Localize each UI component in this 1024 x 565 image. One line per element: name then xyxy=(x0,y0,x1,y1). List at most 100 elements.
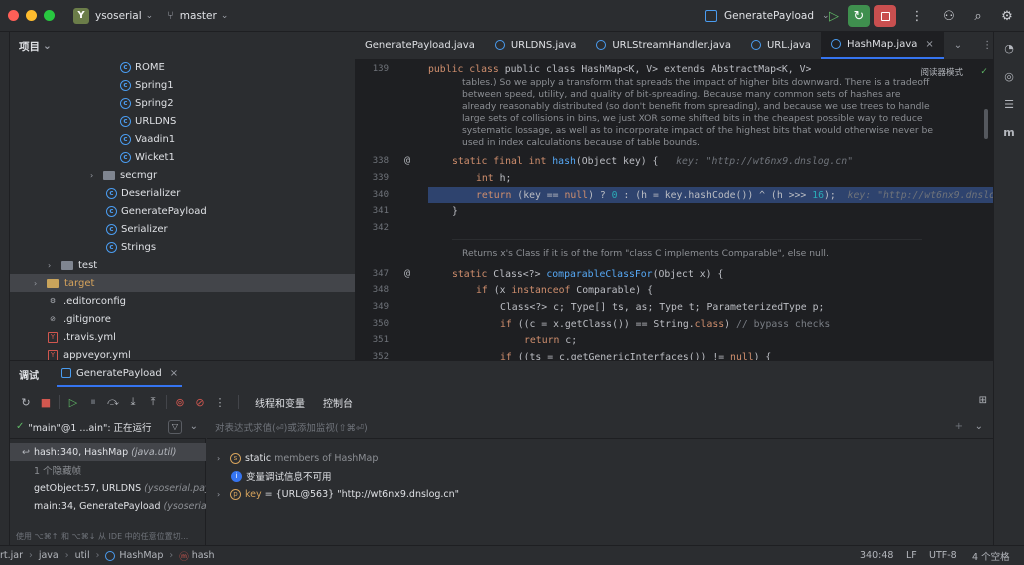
view-breakpoints-icon[interactable]: ⊚ xyxy=(170,392,190,412)
tree-item[interactable]: c ROME xyxy=(120,58,165,76)
chevron-down-icon[interactable]: ⌄ xyxy=(221,11,229,21)
var-key[interactable]: › p key = {URL@563} "http://wt6nx9.dnslo… xyxy=(217,485,459,503)
code-line-351: return c; xyxy=(524,335,578,346)
tree-item[interactable]: › test xyxy=(48,256,97,274)
chevron-right-icon[interactable]: › xyxy=(34,279,44,288)
notifications-icon[interactable]: ◔ xyxy=(1002,42,1016,56)
more-tabs-button[interactable]: ⋮ xyxy=(972,32,993,59)
chevron-down-icon[interactable]: ⌄ xyxy=(43,40,52,52)
tab-console[interactable]: 控制台 xyxy=(323,395,353,410)
filter-icon[interactable]: ▽ xyxy=(168,419,182,434)
layout-icon[interactable]: ⊞ xyxy=(979,395,987,406)
more-icon[interactable]: ⋮ xyxy=(906,5,928,27)
mute-breakpoints-icon[interactable]: ⊘ xyxy=(190,392,210,412)
maximize-window-button[interactable] xyxy=(44,10,55,21)
chevron-right-icon[interactable]: › xyxy=(217,454,227,463)
code-area[interactable]: 139 public class public class HashMap<K,… xyxy=(355,61,993,360)
line-number: 341 xyxy=(372,206,389,216)
step-out-icon[interactable]: ⤒ xyxy=(143,392,163,412)
breadcrumb-item[interactable]: rt.jar xyxy=(0,550,23,561)
tab-overflow-menu[interactable]: ⌄ xyxy=(944,32,972,59)
maven-icon[interactable]: m xyxy=(1002,126,1016,140)
tab-hashmap[interactable]: HashMap.java × xyxy=(820,32,944,59)
chevron-right-icon[interactable]: › xyxy=(90,171,100,180)
step-over-icon[interactable]: ⤼ xyxy=(103,392,123,412)
run-config-selector[interactable]: GeneratePayload ⌄ xyxy=(705,6,830,26)
var-static-members[interactable]: › s static members of HashMap xyxy=(217,449,378,467)
project-name[interactable]: ysoserial xyxy=(95,10,142,22)
tree-item[interactable]: c Deserializer xyxy=(106,184,180,202)
javadoc-block: tables.) So we apply a transform that sp… xyxy=(462,77,934,148)
frame-row[interactable]: main:34, GeneratePayload (ysoserial) xyxy=(10,497,206,515)
run-icon[interactable]: ▷ xyxy=(823,5,845,27)
hidden-frames-row[interactable]: 1 个隐藏帧 xyxy=(10,461,206,479)
override-gutter-icon[interactable]: @ xyxy=(404,155,410,166)
frames-list: ✓ "main"@1 ...ain": 正在运行 ▽ ⌄ ↩ hash:340,… xyxy=(10,415,206,546)
debug-session-tab[interactable]: GeneratePayload × xyxy=(57,361,183,387)
line-number: 348 xyxy=(372,285,389,295)
tree-item[interactable]: ⚙ .editorconfig xyxy=(48,292,126,310)
ai-assistant-icon[interactable]: ◎ xyxy=(1002,70,1016,84)
breadcrumb-item[interactable]: hash xyxy=(192,550,215,561)
stop-icon[interactable]: ■ xyxy=(36,392,56,412)
step-into-icon[interactable]: ⤓ xyxy=(123,392,143,412)
close-tab-icon[interactable]: × xyxy=(925,39,933,50)
gear-icon[interactable]: ⚙ xyxy=(996,5,1018,27)
tree-item[interactable]: c Wicket1 xyxy=(120,148,175,166)
database-icon[interactable]: ☰ xyxy=(1002,98,1016,112)
tab-threads-variables[interactable]: 线程和变量 xyxy=(255,395,305,410)
tree-item[interactable]: Yappveyor.yml xyxy=(48,346,131,360)
debug-rerun-icon[interactable]: ↻ xyxy=(848,5,870,27)
tree-item[interactable]: c URLDNS xyxy=(120,112,176,130)
thread-selector[interactable]: ✓ "main"@1 ...ain": 正在运行 ▽ ⌄ xyxy=(10,415,206,439)
close-window-button[interactable] xyxy=(8,10,19,21)
resume-icon[interactable]: ▷ xyxy=(63,392,83,412)
more-icon[interactable]: ⋮ xyxy=(210,392,230,412)
tab-url[interactable]: URL.java xyxy=(741,32,821,59)
breadcrumb-item[interactable]: java xyxy=(39,550,59,561)
pause-icon[interactable]: ⏸ xyxy=(83,392,103,412)
frame-row-selected[interactable]: ↩ hash:340, HashMap (java.util) xyxy=(10,443,206,461)
breadcrumb-item[interactable]: util xyxy=(75,550,90,561)
chevron-right-icon[interactable]: › xyxy=(217,490,227,499)
minimize-window-button[interactable] xyxy=(26,10,37,21)
tree-item-selected[interactable]: › target xyxy=(10,274,355,292)
evaluate-expression-input[interactable]: 对表达式求值(⏎)或添加监视(⇧⌘⏎) + ⌄ xyxy=(207,415,993,439)
editor-scrollbar[interactable] xyxy=(984,109,988,139)
tree-item[interactable]: c Spring2 xyxy=(120,94,174,112)
override-gutter-icon[interactable]: @ xyxy=(404,268,410,279)
chevron-right-icon[interactable]: › xyxy=(48,261,58,270)
add-watch-icon[interactable]: + xyxy=(955,421,963,432)
indent-setting[interactable]: 4 个空格 xyxy=(972,549,1010,563)
tree-item[interactable]: c GeneratePayload xyxy=(106,202,207,220)
run-config-label: GeneratePayload xyxy=(724,10,814,22)
file-encoding[interactable]: UTF-8 xyxy=(929,550,957,561)
frame-row[interactable]: getObject:57, URLDNS (ysoserial.pay xyxy=(10,479,206,497)
chevron-down-icon[interactable]: ⌄ xyxy=(190,421,198,432)
tree-item[interactable]: c Strings xyxy=(106,238,156,256)
chevron-down-icon[interactable]: ⌄ xyxy=(975,421,983,432)
tab-generatepayload[interactable]: GeneratePayload.java xyxy=(355,32,485,59)
chevron-down-icon[interactable]: ⌄ xyxy=(146,11,154,21)
rerun-icon[interactable]: ↻ xyxy=(16,392,36,412)
tree-item[interactable]: c Serializer xyxy=(106,220,168,238)
tree-item[interactable]: ⊘ .gitignore xyxy=(48,310,111,328)
cursor-position[interactable]: 340:48 xyxy=(860,550,893,561)
javadoc-comparable: Returns x's Class if it is of the form "… xyxy=(462,248,829,259)
tree-item[interactable]: › secmgr xyxy=(90,166,157,184)
tree-item[interactable]: c Spring1 xyxy=(120,76,174,94)
tab-urldns[interactable]: URLDNS.java xyxy=(485,32,587,59)
class-icon: c xyxy=(120,151,131,163)
tree-item[interactable]: c Vaadin1 xyxy=(120,130,175,148)
branch-name[interactable]: master xyxy=(180,10,217,22)
search-icon[interactable]: ⌕ xyxy=(967,5,989,27)
project-badge[interactable]: Y xyxy=(73,7,89,24)
tab-urlstreamhandler[interactable]: URLStreamHandler.java xyxy=(586,32,741,59)
tree-item[interactable]: Y .travis.yml xyxy=(48,328,116,346)
breadcrumb-item[interactable]: HashMap xyxy=(119,550,163,561)
close-tab-icon[interactable]: × xyxy=(170,368,178,379)
stop-button[interactable] xyxy=(874,5,896,27)
method-icon: ⓜ xyxy=(179,551,189,563)
add-user-icon[interactable]: ⚇ xyxy=(938,5,960,27)
line-separator[interactable]: LF xyxy=(906,550,917,561)
